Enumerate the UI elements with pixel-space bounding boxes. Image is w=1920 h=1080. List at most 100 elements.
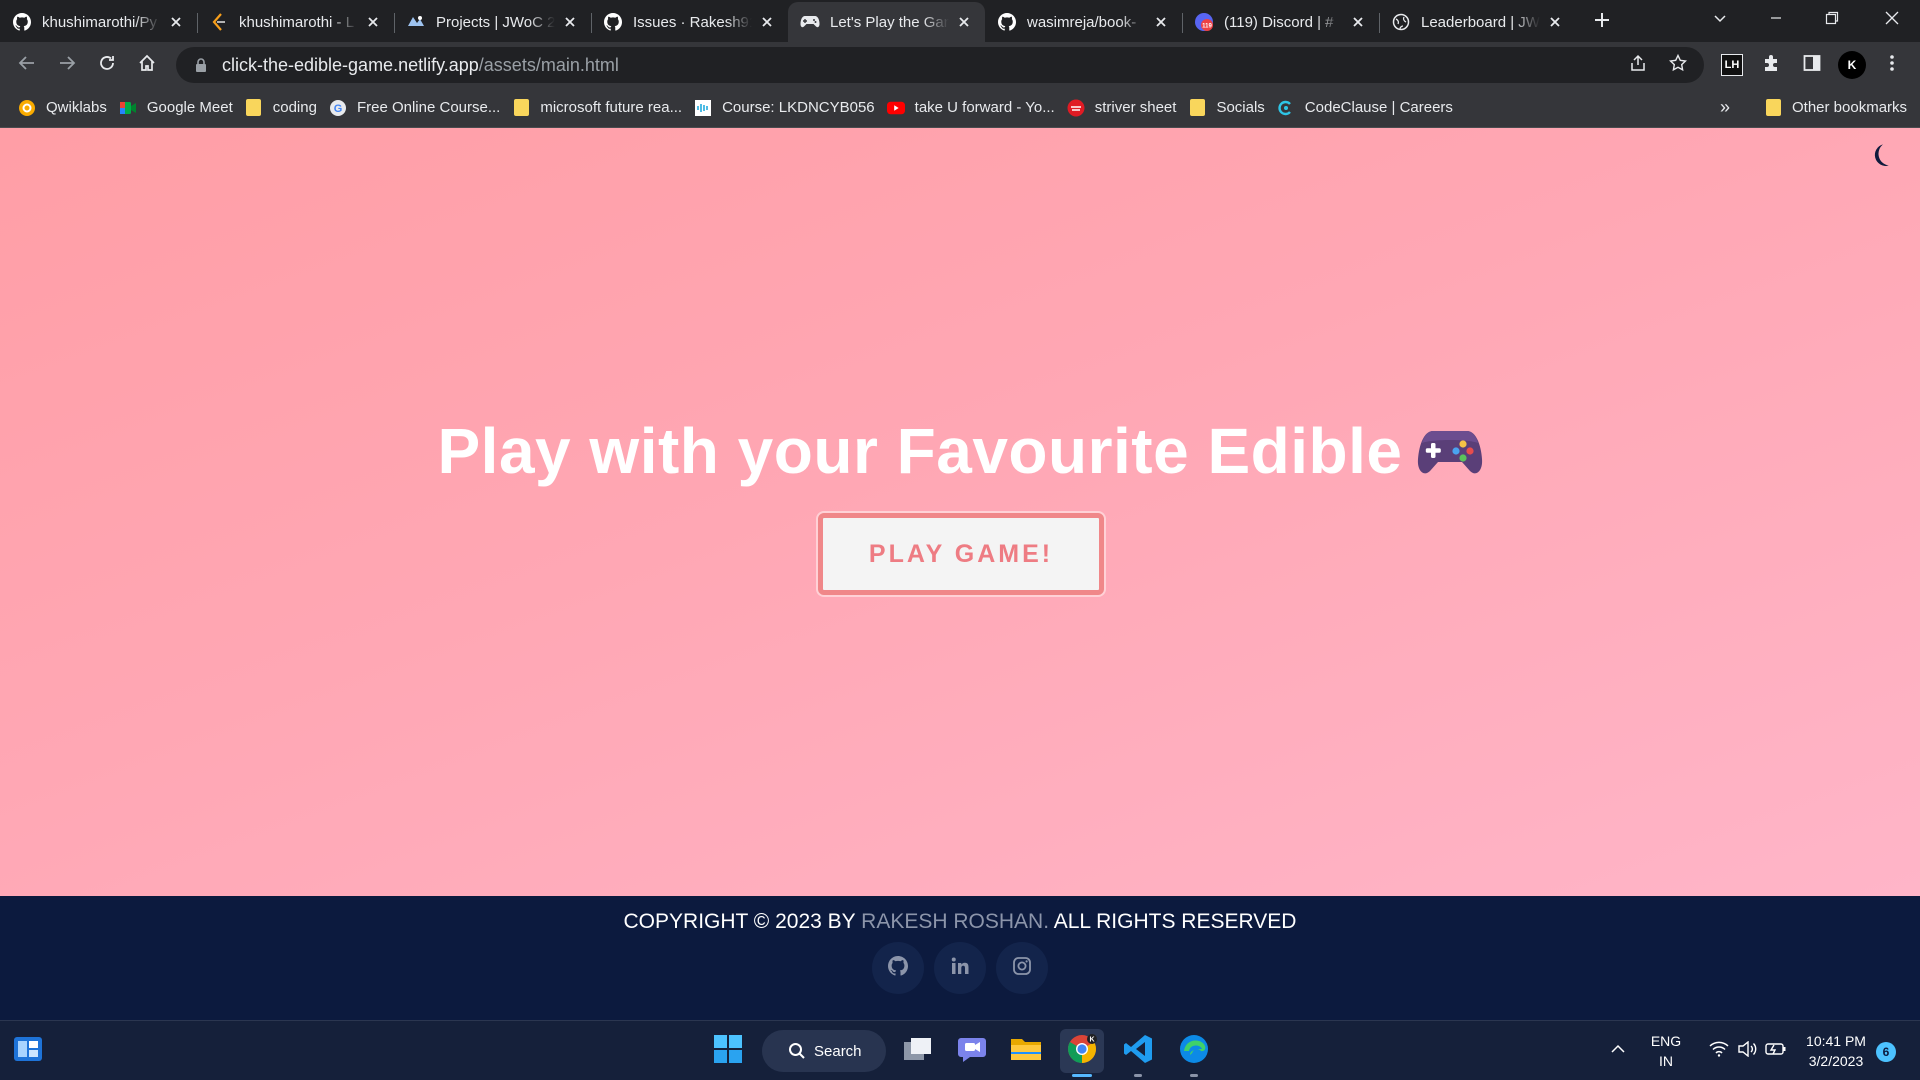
start-button[interactable] [706, 1029, 750, 1073]
windows-logo-icon [713, 1034, 743, 1069]
bookmark-striver-sheet[interactable]: striver sheet [1065, 93, 1187, 123]
bookmark-take-u-forward[interactable]: take U forward - Yo... [885, 93, 1065, 123]
close-icon[interactable] [364, 13, 382, 31]
chrome-taskbar-button[interactable]: K [1060, 1029, 1104, 1073]
widgets-button[interactable] [6, 1029, 50, 1073]
bookmark-coding[interactable]: coding [243, 93, 327, 123]
home-icon [138, 54, 156, 77]
tab-github-issues[interactable]: Issues · Rakesh91 [591, 4, 788, 40]
file-explorer-button[interactable] [1004, 1029, 1048, 1073]
tab-leetcode[interactable]: khushimarothi - L [197, 4, 394, 40]
vscode-taskbar-button[interactable] [1116, 1029, 1160, 1073]
address-bar[interactable]: click-the-edible-game.netlify.app/assets… [176, 47, 1704, 83]
region-code: IN [1659, 1053, 1673, 1069]
clock[interactable]: 10:41 PM 3/2/2023 [1800, 1031, 1872, 1071]
other-bookmarks[interactable]: Other bookmarks [1762, 93, 1917, 123]
forward-button[interactable] [47, 45, 87, 85]
page-title: Play with your Favourite Edible [437, 414, 1482, 488]
bookmark-label: take U forward - Yo... [914, 99, 1055, 116]
teams-chat-button[interactable] [950, 1029, 994, 1073]
github-icon [888, 955, 909, 981]
lighthouse-extension-button[interactable]: LH [1712, 45, 1752, 85]
bookmark-socials[interactable]: Socials [1186, 93, 1274, 123]
theme-toggle-button[interactable] [1866, 142, 1898, 174]
bookmark-star-button[interactable] [1658, 45, 1698, 85]
share-button[interactable] [1618, 45, 1658, 85]
vscode-icon [1123, 1034, 1153, 1069]
bookmark-label: microsoft future rea... [540, 99, 683, 116]
notification-badge[interactable]: 6 [1876, 1042, 1896, 1062]
close-icon[interactable] [955, 13, 973, 31]
bookmark-microsoft-future[interactable]: microsoft future rea... [510, 93, 692, 123]
extensions-button[interactable] [1752, 45, 1792, 85]
folder-icon [1764, 99, 1782, 117]
bookmark-label: CodeClause | Careers [1304, 99, 1453, 116]
globe-icon [1391, 12, 1411, 32]
close-icon[interactable] [167, 13, 185, 31]
lock-icon[interactable] [192, 56, 210, 74]
tab-title: khushimarothi/Py [42, 13, 158, 31]
quick-settings-button[interactable] [1700, 1029, 1796, 1073]
taskbar-search[interactable]: Search [762, 1030, 886, 1072]
close-icon[interactable] [1349, 13, 1367, 31]
task-view-button[interactable] [896, 1029, 940, 1073]
close-window-button[interactable] [1864, 0, 1920, 40]
author-link[interactable]: RAKESH ROSHAN. [861, 910, 1049, 933]
close-icon[interactable] [758, 13, 776, 31]
language-indicator[interactable]: ENG IN [1644, 1031, 1688, 1071]
language-code: ENG [1650, 1033, 1682, 1049]
hero: Play with your Favourite Edible [0, 414, 1920, 488]
tab-github-py[interactable]: khushimarothi/Py [0, 4, 197, 40]
home-button[interactable] [127, 45, 167, 85]
more-bookmarks-button[interactable]: » [1718, 93, 1740, 123]
tab-leaderboard[interactable]: Leaderboard | JW [1379, 4, 1576, 40]
bookmark-label: striver sheet [1094, 99, 1177, 116]
star-icon [1668, 53, 1688, 77]
close-icon[interactable] [561, 13, 579, 31]
bookmark-google-meet[interactable]: Google Meet [117, 93, 243, 123]
tab-discord[interactable]: 119 (119) Discord | # [1182, 4, 1379, 40]
close-icon[interactable] [1546, 13, 1564, 31]
side-panel-button[interactable] [1792, 45, 1832, 85]
clock-time: 10:41 PM [1806, 1033, 1866, 1049]
cisco-icon [694, 99, 712, 117]
tab-github-book[interactable]: wasimreja/book- [985, 4, 1182, 40]
restore-icon [1825, 11, 1839, 30]
google-meet-icon [119, 99, 137, 117]
minimize-button[interactable] [1748, 0, 1804, 40]
reload-button[interactable] [87, 45, 127, 85]
puzzle-icon [1762, 53, 1782, 78]
tab-search-button[interactable] [1692, 0, 1748, 40]
play-game-button[interactable]: PLAY GAME! [818, 513, 1104, 595]
back-button[interactable] [7, 45, 47, 85]
chevron-up-icon [1610, 1042, 1626, 1060]
github-link[interactable] [872, 942, 924, 994]
minimize-icon [1770, 11, 1782, 29]
svg-text:G: G [334, 103, 343, 115]
profile-button[interactable]: K [1832, 45, 1872, 85]
codeclause-icon [1277, 99, 1295, 117]
close-icon[interactable] [1152, 13, 1170, 31]
tab-jwoc-projects[interactable]: Projects | JWoC 2 [394, 4, 591, 40]
instagram-link[interactable] [996, 942, 1048, 994]
linkedin-link[interactable] [934, 942, 986, 994]
folder-icon [1188, 99, 1206, 117]
edge-icon [1179, 1034, 1209, 1069]
tray-overflow-button[interactable] [1602, 1029, 1634, 1073]
bookmark-codeclause[interactable]: CodeClause | Careers [1275, 93, 1463, 123]
bookmark-course-lkdncyb056[interactable]: Course: LKDNCYB056 [692, 93, 885, 123]
bookmark-free-online-course[interactable]: G Free Online Course... [327, 93, 510, 123]
lighthouse-icon: LH [1721, 54, 1743, 76]
restore-button[interactable] [1804, 0, 1860, 40]
bookmark-label: Other bookmarks [1792, 99, 1908, 116]
url-path: /assets/main.html [478, 54, 619, 75]
task-view-icon [903, 1036, 933, 1067]
menu-button[interactable] [1872, 45, 1912, 85]
new-tab-button[interactable] [1582, 4, 1622, 40]
gamepad-icon [800, 12, 820, 32]
edge-taskbar-button[interactable] [1172, 1029, 1216, 1073]
reload-icon [98, 54, 116, 77]
tab-edible-game[interactable]: Let's Play the Gam [788, 2, 985, 42]
bookmark-qwiklabs[interactable]: Qwiklabs [16, 93, 117, 123]
browser-toolbar: click-the-edible-game.netlify.app/assets… [0, 42, 1920, 88]
